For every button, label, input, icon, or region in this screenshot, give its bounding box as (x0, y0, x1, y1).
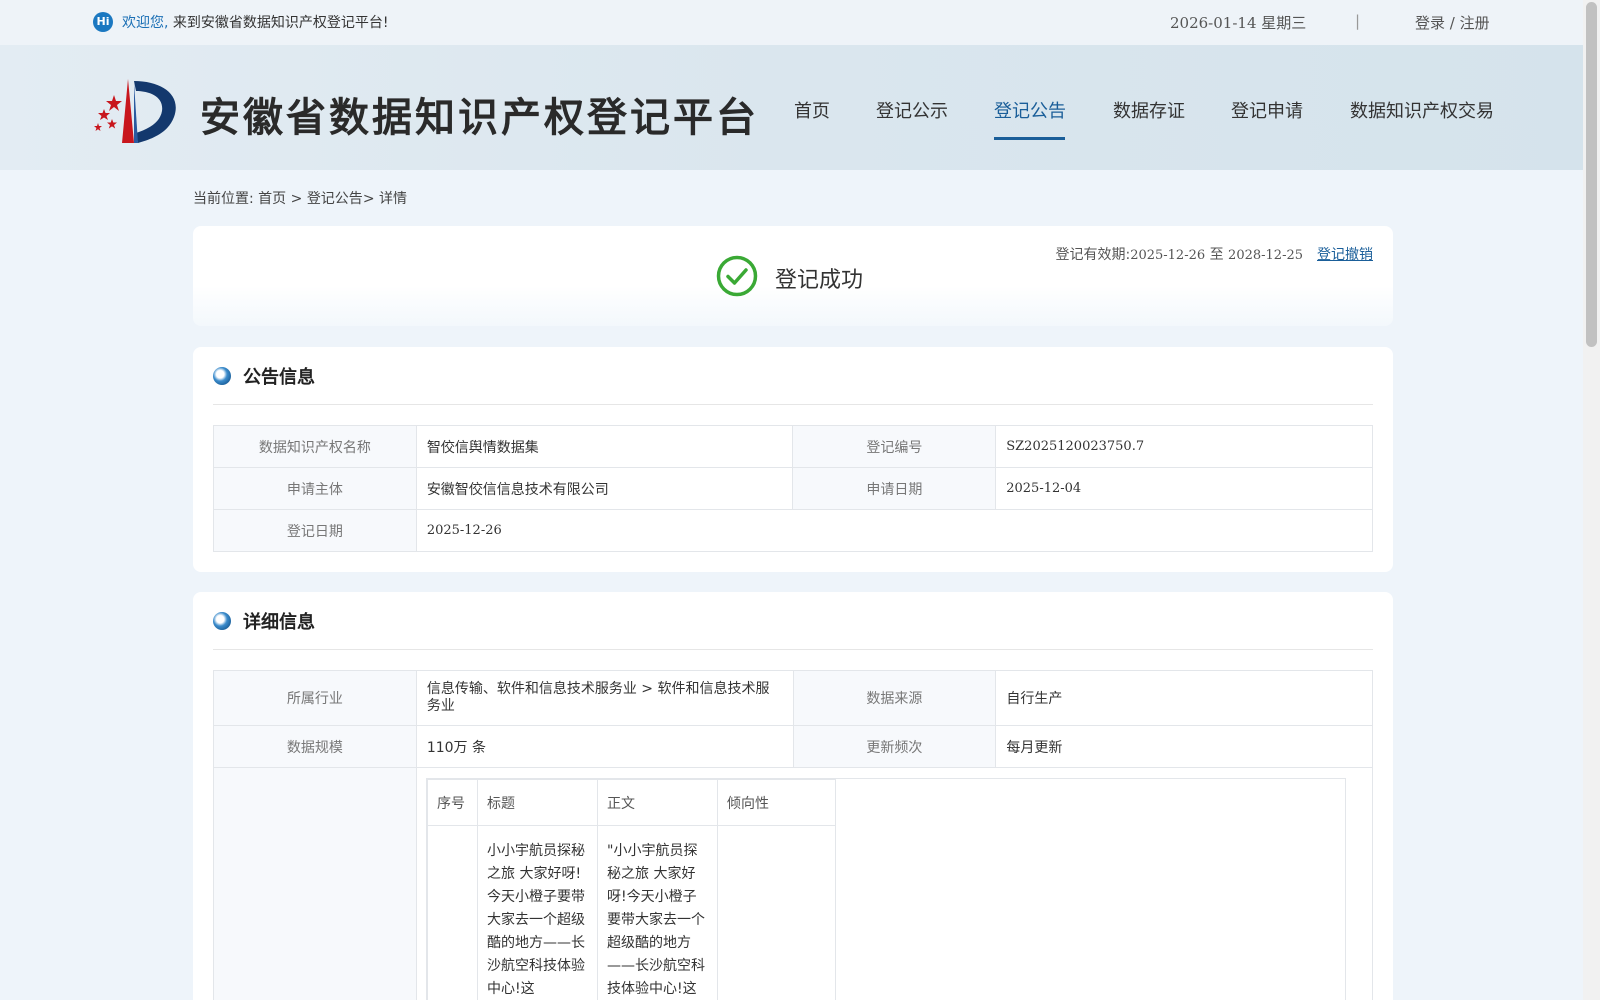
breadcrumb-separator: > (362, 191, 375, 207)
nav-item-registration-publicity[interactable]: 登记公示 (876, 97, 948, 123)
nav-item-home[interactable]: 首页 (794, 97, 830, 123)
breadcrumb-section[interactable]: 登记公告 (307, 191, 363, 207)
table-header-row: 序号 标题 正文 倾向性 (427, 779, 836, 826)
check-circle-icon (716, 255, 758, 297)
top-separator: | (1355, 12, 1361, 30)
welcome-highlight: 欢迎您, (122, 15, 169, 31)
breadcrumb: 当前位置: 首页 > 登记公告> 详情 (193, 188, 407, 208)
field-label: 数据来源 (792, 670, 997, 726)
field-label: 登记日期 (213, 509, 417, 552)
nav-item-registration-announcement[interactable]: 登记公告 (994, 97, 1066, 123)
site-header: 安徽省数据知识产权登记平台 首页 登记公示 登记公告 数据存证 登记申请 数据知… (0, 45, 1583, 170)
field-value: 安徽智佼信信息技术有限公司 (415, 467, 794, 510)
field-value: SZ2025120023750.7 (995, 425, 1373, 468)
welcome-message: 欢迎您, 来到安徽省数据知识产权登记平台! (122, 12, 389, 32)
active-nav-underline (994, 137, 1065, 140)
nav-item-data-evidence[interactable]: 数据存证 (1113, 97, 1185, 123)
registration-status-card: 登记成功 登记有效期:2025-12-26 至 2028-12-25 登记撤销 (193, 226, 1393, 326)
validity-to: 至 (1209, 247, 1224, 263)
validity-start: 2025-12-26 (1130, 248, 1206, 263)
table-cell: 小小宇航员探秘之旅 大家好呀!今天小橙子要带大家去一个超级酷的地方——长沙航空科… (477, 825, 598, 1000)
column-header: 倾向性 (717, 779, 836, 826)
field-value: 信息传输、软件和信息技术服务业 > 软件和信息技术服务业 (415, 670, 794, 726)
page-scrollbar[interactable] (1583, 0, 1600, 1000)
bullet-circle-icon (213, 367, 231, 385)
platform-logo[interactable] (90, 73, 180, 148)
table-cell (427, 825, 478, 1000)
field-label: 更新频次 (792, 725, 997, 768)
field-value: 每月更新 (995, 725, 1373, 768)
field-value: 智佼信舆情数据集 (415, 425, 794, 468)
breadcrumb-separator: > (290, 191, 303, 207)
data-sample-table: 序号 标题 正文 倾向性 小小宇航员探秘之旅 大家好呀!今天小橙子要带大家去一个… (427, 779, 836, 1000)
table-row: 所属行业 信息传输、软件和信息技术服务业 > 软件和信息技术服务业 数据来源 自… (213, 670, 1373, 726)
section-header: 公告信息 (213, 347, 1373, 405)
top-bar: Hi 欢迎您, 来到安徽省数据知识产权登记平台! 2026-01-14 星期三 … (0, 0, 1583, 45)
column-header: 正文 (597, 779, 718, 826)
data-sample-preview: 序号 标题 正文 倾向性 小小宇航员探秘之旅 大家好呀!今天小橙子要带大家去一个… (426, 778, 1346, 1000)
revoke-registration-link[interactable]: 登记撤销 (1317, 244, 1373, 264)
hi-icon: Hi (93, 12, 113, 32)
table-row: 数据知识产权名称 智佼信舆情数据集 登记编号 SZ2025120023750.7 (213, 425, 1373, 468)
section-title: 公告信息 (243, 367, 315, 388)
welcome-text: 来到安徽省数据知识产权登记平台! (172, 15, 389, 31)
validity-label: 登记有效期: (1055, 247, 1131, 263)
field-label: 所属行业 (213, 670, 417, 726)
breadcrumb-home[interactable]: 首页 (258, 191, 286, 207)
field-value: 2025-12-26 (415, 509, 1374, 552)
table-row: 申请主体 安徽智佼信信息技术有限公司 申请日期 2025-12-04 (213, 467, 1373, 510)
table-cell (717, 825, 836, 1000)
section-header: 详细信息 (213, 592, 1373, 650)
table-cell: "小小宇航员探秘之旅 大家好呀!今天小橙子要带大家去一个超级酷的地方——长沙航空… (597, 825, 718, 1000)
field-label: 数据规模 (213, 725, 417, 768)
breadcrumb-current: 详情 (379, 191, 407, 207)
field-label (213, 767, 417, 1000)
field-label: 申请日期 (792, 467, 997, 510)
scrollbar-thumb[interactable] (1586, 2, 1597, 347)
validity-end: 2028-12-25 (1228, 248, 1303, 263)
table-row: 小小宇航员探秘之旅 大家好呀!今天小橙子要带大家去一个超级酷的地方——长沙航空科… (427, 825, 836, 1000)
breadcrumb-prefix: 当前位置: (193, 191, 254, 207)
nav-item-data-ip-trading[interactable]: 数据知识产权交易 (1350, 97, 1494, 123)
bullet-circle-icon (213, 612, 231, 630)
field-value: 2025-12-04 (995, 467, 1373, 510)
field-label: 数据知识产权名称 (213, 425, 417, 468)
field-value: 110万 条 (415, 725, 794, 768)
current-date: 2026-01-14 星期三 (1170, 14, 1307, 32)
notice-info-card: 公告信息 数据知识产权名称 智佼信舆情数据集 登记编号 SZ2025120023… (193, 347, 1393, 572)
login-register-link[interactable]: 登录 / 注册 (1415, 12, 1490, 33)
section-title: 详细信息 (243, 612, 315, 633)
field-value: 自行生产 (995, 670, 1373, 726)
detail-info-card: 详细信息 所属行业 信息传输、软件和信息技术服务业 > 软件和信息技术服务业 数… (193, 592, 1393, 1000)
site-title: 安徽省数据知识产权登记平台 (200, 95, 759, 141)
column-header: 序号 (427, 779, 478, 826)
nav-item-registration-apply[interactable]: 登记申请 (1231, 97, 1303, 123)
registration-status: 登记成功 (775, 268, 864, 293)
field-label: 申请主体 (213, 467, 417, 510)
column-header: 标题 (477, 779, 598, 826)
field-label: 登记编号 (792, 425, 997, 468)
table-row: 数据规模 110万 条 更新频次 每月更新 (213, 725, 1373, 768)
notice-info-table: 数据知识产权名称 智佼信舆情数据集 登记编号 SZ2025120023750.7… (213, 425, 1374, 552)
validity-period: 登记有效期:2025-12-26 至 2028-12-25 (1055, 244, 1303, 264)
table-row: 登记日期 2025-12-26 (213, 509, 1374, 552)
